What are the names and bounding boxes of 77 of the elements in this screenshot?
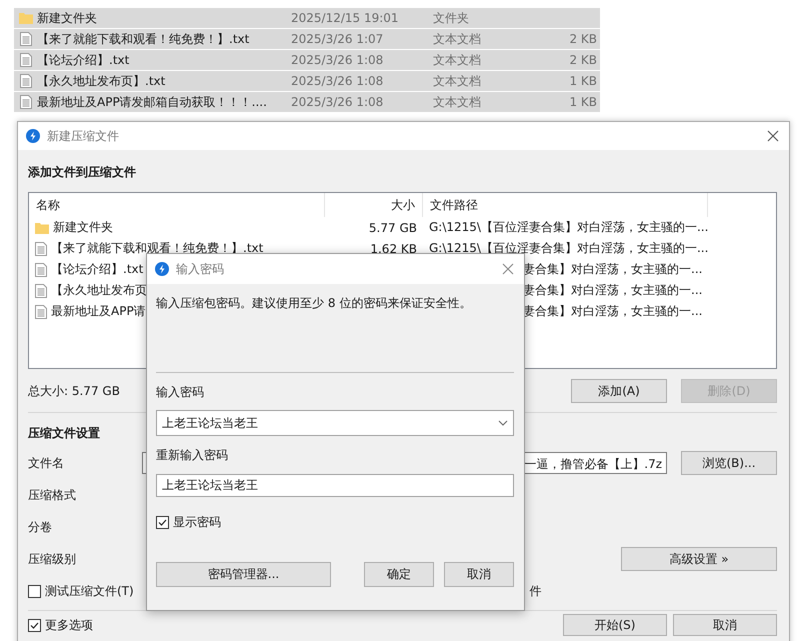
- column-header[interactable]: 文件路径: [423, 193, 708, 217]
- file-size: 1 KB: [569, 74, 597, 88]
- file-size: 5.77 GB: [368, 220, 417, 234]
- folder-icon: [35, 222, 49, 234]
- checkbox[interactable]: [28, 584, 41, 598]
- file-date: 2025/3/26 1:08: [291, 53, 384, 67]
- file-name: 【永久地址发布页】.txt: [36, 72, 166, 90]
- file-name: 最新地址及APP请: [51, 303, 146, 320]
- browse-button[interactable]: 浏览(B)...: [681, 451, 777, 475]
- file-name: 【论坛介绍】.txt: [36, 52, 130, 68]
- file-path: G:\1215\【百位淫妻合集】对白淫荡，女主骚的一...: [429, 220, 708, 234]
- file-type: 文本文档: [433, 30, 482, 48]
- password-combo[interactable]: 上老王论坛当老王: [156, 410, 514, 436]
- checkbox-label: 测试压缩文件(T): [45, 582, 134, 600]
- close-icon[interactable]: [767, 130, 779, 142]
- ok-button[interactable]: 确定: [364, 562, 434, 587]
- column-header[interactable]: 大小: [325, 193, 423, 217]
- document-icon: [20, 32, 32, 46]
- field-label: 压缩格式: [28, 486, 77, 504]
- file-date: 2025/3/26 1:08: [291, 95, 384, 109]
- field-label: 输入密码: [156, 384, 205, 400]
- field-label: 压缩级别: [28, 550, 77, 568]
- document-icon: [35, 304, 47, 318]
- file-name: 【永久地址发布页: [51, 282, 147, 299]
- folder-icon: [19, 12, 33, 24]
- advanced-settings-button[interactable]: 高级设置 »: [621, 547, 777, 571]
- file-type: 文本文档: [433, 52, 482, 68]
- app-logo-icon: [26, 129, 40, 143]
- file-size: 2 KB: [569, 32, 597, 46]
- file-name: 最新地址及APP请发邮箱自动获取！！！....: [36, 94, 268, 110]
- window-title: 新建压缩文件: [47, 128, 119, 144]
- document-icon: [35, 242, 47, 256]
- field-label: 重新输入密码: [156, 447, 229, 463]
- checkbox-label: 显示密码: [173, 514, 221, 530]
- file-type: 文件夹: [433, 10, 470, 26]
- file-row[interactable]: 【永久地址发布页】.txt 2025/3/26 1:08 文本文档 1 KB: [14, 71, 600, 92]
- file-type: 文本文档: [433, 94, 482, 110]
- total-size: 总大小: 5.77 GB: [28, 382, 120, 400]
- cancel-button[interactable]: 取消: [444, 562, 514, 587]
- checkbox-label: 件: [530, 582, 542, 600]
- document-icon: [20, 74, 32, 88]
- field-label: 文件名: [28, 454, 65, 472]
- footer-button[interactable]: 开始(S): [563, 614, 667, 636]
- checkbox[interactable]: [28, 618, 41, 632]
- file-row[interactable]: 【来了就能下载和观看！纯免费！】.txt 2025/3/26 1:07 文本文档 2 KB: [14, 29, 600, 50]
- document-icon: [35, 284, 47, 298]
- file-row[interactable]: 最新地址及APP请发邮箱自动获取！！！.... 2025/3/26 1:08 文本文档 1 KB: [14, 92, 600, 113]
- file-type: 文本文档: [433, 72, 482, 90]
- footer-button[interactable]: 取消: [673, 614, 777, 636]
- document-icon: [20, 95, 32, 109]
- section-heading: 添加文件到压缩文件: [28, 164, 137, 180]
- file-size: 2 KB: [569, 53, 597, 67]
- checkbox-label: 更多选项: [45, 616, 93, 634]
- file-date: 2025/3/26 1:08: [291, 74, 384, 88]
- list-button[interactable]: 添加(A): [571, 379, 667, 403]
- column-header[interactable]: 名称: [29, 193, 325, 217]
- chevron-down-icon[interactable]: [498, 420, 508, 426]
- instruction-text: 输入压缩包密码。建议使用至少 8 位的密码来保证安全性。: [156, 295, 472, 312]
- close-icon[interactable]: [502, 263, 514, 275]
- file-size: 1 KB: [569, 95, 597, 109]
- file-date: 2025/3/26 1:07: [291, 32, 384, 46]
- document-icon: [20, 53, 32, 67]
- password-manager-button[interactable]: 密码管理器...: [156, 562, 331, 587]
- file-name: 新建文件夹: [53, 219, 113, 236]
- file-date: 2025/12/15 19:01: [291, 11, 400, 25]
- file-name: 【论坛介绍】.txt: [51, 261, 144, 278]
- document-icon: [35, 262, 47, 276]
- file-size: 1.62 KB: [370, 242, 417, 256]
- dialog-title: 输入密码: [176, 260, 224, 278]
- file-row[interactable]: 新建文件夹 2025/12/15 19:01 文件夹: [14, 8, 600, 29]
- file-name: 新建文件夹: [36, 10, 98, 26]
- file-name: 【来了就能下载和观看！纯免费！】.txt: [36, 30, 250, 48]
- checkbox[interactable]: [156, 516, 169, 528]
- app-logo-icon: [155, 262, 169, 276]
- file-row[interactable]: 【论坛介绍】.txt 2025/3/26 1:08 文本文档 2 KB: [14, 50, 600, 71]
- field-label: 分卷: [28, 518, 53, 536]
- password-field[interactable]: 上老王论坛当老王: [156, 474, 514, 497]
